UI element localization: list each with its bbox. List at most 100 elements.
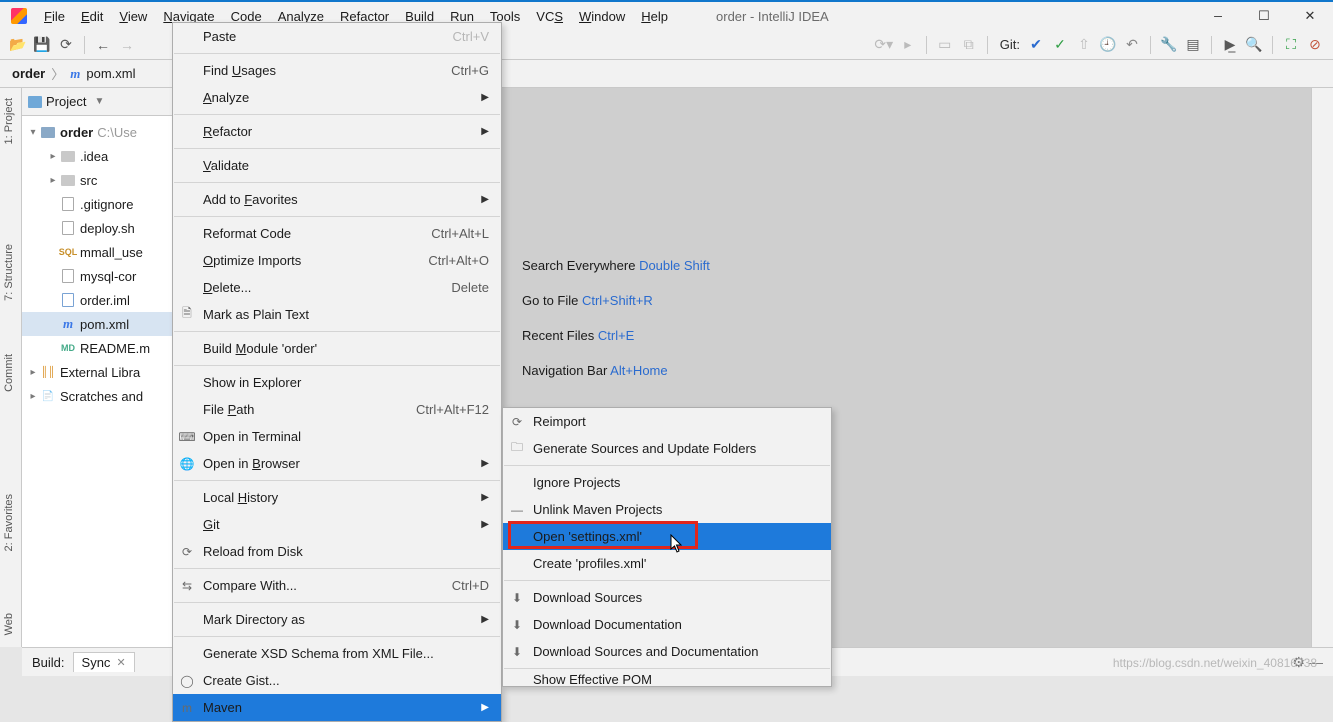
- maven-submenu[interactable]: ⟳ Reimport 🗀 Generate Sources and Update…: [502, 407, 832, 687]
- git-update-icon[interactable]: ✔: [1026, 35, 1046, 55]
- menu-item[interactable]: Show in Explorer: [173, 369, 501, 396]
- attach-icon[interactable]: ⧉: [959, 35, 979, 55]
- tree-item[interactable]: mysql-cor: [22, 264, 191, 288]
- menu-item-label: Validate: [203, 158, 249, 173]
- project-header[interactable]: Project ▼: [22, 88, 191, 116]
- tree-item[interactable]: deploy.sh: [22, 216, 191, 240]
- menu-item[interactable]: ⇆ Compare With... Ctrl+D: [173, 572, 501, 599]
- menu-view[interactable]: View: [111, 5, 155, 28]
- maximize-button[interactable]: ☐: [1241, 1, 1287, 31]
- minus-icon: —: [509, 502, 525, 518]
- libraries-icon: ║║: [40, 365, 56, 379]
- menu-item[interactable]: Generate XSD Schema from XML File...: [173, 640, 501, 667]
- submenu-item[interactable]: Create 'profiles.xml': [503, 550, 831, 577]
- close-button[interactable]: ✕: [1287, 1, 1333, 31]
- tree-item[interactable]: SQL mmall_use: [22, 240, 191, 264]
- menu-edit[interactable]: Edit: [73, 5, 111, 28]
- back-icon[interactable]: ←: [93, 35, 113, 55]
- menu-item[interactable]: Refactor ▶: [173, 118, 501, 145]
- submenu-item[interactable]: ⬇ Download Sources: [503, 584, 831, 611]
- minimize-button[interactable]: —: [1195, 1, 1241, 31]
- crumb-root[interactable]: order: [12, 66, 45, 81]
- submenu-item[interactable]: ⟳ Reimport: [503, 408, 831, 435]
- git-history-icon[interactable]: 🕘: [1098, 35, 1118, 55]
- submenu-item[interactable]: — Unlink Maven Projects: [503, 496, 831, 523]
- menu-item-label: Open in Browser: [203, 456, 300, 471]
- menu-item[interactable]: Optimize Imports Ctrl+Alt+O: [173, 247, 501, 274]
- context-menu[interactable]: Paste Ctrl+V Find Usages Ctrl+G Analyze …: [172, 22, 502, 722]
- tab-commit[interactable]: Commit: [0, 348, 18, 398]
- run-icon[interactable]: ▸: [898, 35, 918, 55]
- forward-icon[interactable]: →: [117, 35, 137, 55]
- tree-root[interactable]: ▾ order C:\Use: [22, 120, 191, 144]
- submenu-item[interactable]: Open 'settings.xml': [503, 523, 831, 550]
- tree-scratches[interactable]: ▸ 📄 Scratches and: [22, 384, 191, 408]
- tree-item[interactable]: m pom.xml: [22, 312, 191, 336]
- git-commit-icon[interactable]: ✓: [1050, 35, 1070, 55]
- menu-vcs[interactable]: VCS: [528, 5, 571, 28]
- git-push-icon[interactable]: ⇧: [1074, 35, 1094, 55]
- menu-item[interactable]: Analyze ▶: [173, 84, 501, 111]
- search-icon[interactable]: 🔍: [1244, 35, 1264, 55]
- open-icon[interactable]: 📂: [8, 35, 28, 55]
- git-revert-icon[interactable]: ↶: [1122, 35, 1142, 55]
- menu-item[interactable]: Local History ▶: [173, 484, 501, 511]
- file-icon: [60, 293, 76, 307]
- tree-external-libraries[interactable]: ▸ ║║ External Libra: [22, 360, 191, 384]
- project-tree[interactable]: ▾ order C:\Use ▸ .idea ▸ src .gitignore …: [22, 116, 191, 412]
- menu-item[interactable]: 🗎 Mark as Plain Text: [173, 301, 501, 328]
- tree-item[interactable]: MD README.m: [22, 336, 191, 360]
- expand-icon[interactable]: ▸: [26, 391, 40, 402]
- crumb-file[interactable]: pom.xml: [86, 66, 135, 81]
- device-icon[interactable]: ▭: [935, 35, 955, 55]
- menu-item[interactable]: Git ▶: [173, 511, 501, 538]
- save-icon[interactable]: 💾: [32, 35, 52, 55]
- tab-project[interactable]: 1: Project: [0, 92, 18, 150]
- expand-icon[interactable]: ▾: [26, 127, 40, 138]
- tab-favorites[interactable]: 2: Favorites: [0, 488, 18, 557]
- menu-item[interactable]: File Path Ctrl+Alt+F12: [173, 396, 501, 423]
- menu-help[interactable]: Help: [633, 5, 676, 28]
- menu-item[interactable]: Reformat Code Ctrl+Alt+L: [173, 220, 501, 247]
- tree-item[interactable]: ▸ .idea: [22, 144, 191, 168]
- tab-web[interactable]: Web: [0, 607, 18, 641]
- tree-item[interactable]: order.iml: [22, 288, 191, 312]
- tree-item[interactable]: .gitignore: [22, 192, 191, 216]
- submenu-item[interactable]: 🗀 Generate Sources and Update Folders: [503, 435, 831, 462]
- menu-item[interactable]: Delete... Delete: [173, 274, 501, 301]
- menu-window[interactable]: Window: [571, 5, 633, 28]
- menu-item[interactable]: ◯ Create Gist...: [173, 667, 501, 694]
- download-icon: ⬇: [509, 617, 525, 633]
- submenu-item[interactable]: ⬇ Download Documentation: [503, 611, 831, 638]
- build-icon[interactable]: ⟳▾: [874, 35, 894, 55]
- tab-structure[interactable]: 7: Structure: [0, 238, 18, 307]
- stop-icon[interactable]: ⊘: [1305, 35, 1325, 55]
- reload-icon[interactable]: ⟳: [56, 35, 76, 55]
- menu-item[interactable]: Find Usages Ctrl+G: [173, 57, 501, 84]
- menu-item[interactable]: Validate: [173, 152, 501, 179]
- menu-item[interactable]: m Maven ▶: [173, 694, 501, 721]
- menu-item[interactable]: Build Module 'order': [173, 335, 501, 362]
- terminal-icon: ⌨: [179, 429, 195, 445]
- chevron-down-icon[interactable]: ▼: [94, 96, 104, 107]
- submenu-item[interactable]: Show Effective POM: [503, 672, 831, 686]
- menu-item-label: Delete...: [203, 280, 251, 295]
- submenu-item[interactable]: Ignore Projects: [503, 469, 831, 496]
- file-icon: m: [60, 317, 76, 331]
- menu-item[interactable]: ⟳ Reload from Disk: [173, 538, 501, 565]
- menu-file[interactable]: File: [36, 5, 73, 28]
- structure-icon[interactable]: ▤: [1183, 35, 1203, 55]
- tree-item[interactable]: ▸ src: [22, 168, 191, 192]
- menu-item[interactable]: Add to Favorites ▶: [173, 186, 501, 213]
- close-tab-icon[interactable]: ✕: [116, 656, 125, 669]
- menu-item[interactable]: 🌐 Open in Browser ▶: [173, 450, 501, 477]
- run-anything-icon[interactable]: ▶̲: [1220, 35, 1240, 55]
- expand-icon[interactable]: ▸: [46, 151, 60, 162]
- expand-icon[interactable]: ▸: [26, 367, 40, 378]
- expand-icon[interactable]: ▸: [46, 175, 60, 186]
- settings-icon[interactable]: 🔧: [1159, 35, 1179, 55]
- profiler-icon[interactable]: ⛶: [1281, 35, 1301, 55]
- menu-item[interactable]: ⌨ Open in Terminal: [173, 423, 501, 450]
- build-tab-sync[interactable]: Sync ✕: [73, 652, 135, 672]
- submenu-item[interactable]: ⬇ Download Sources and Documentation: [503, 638, 831, 665]
